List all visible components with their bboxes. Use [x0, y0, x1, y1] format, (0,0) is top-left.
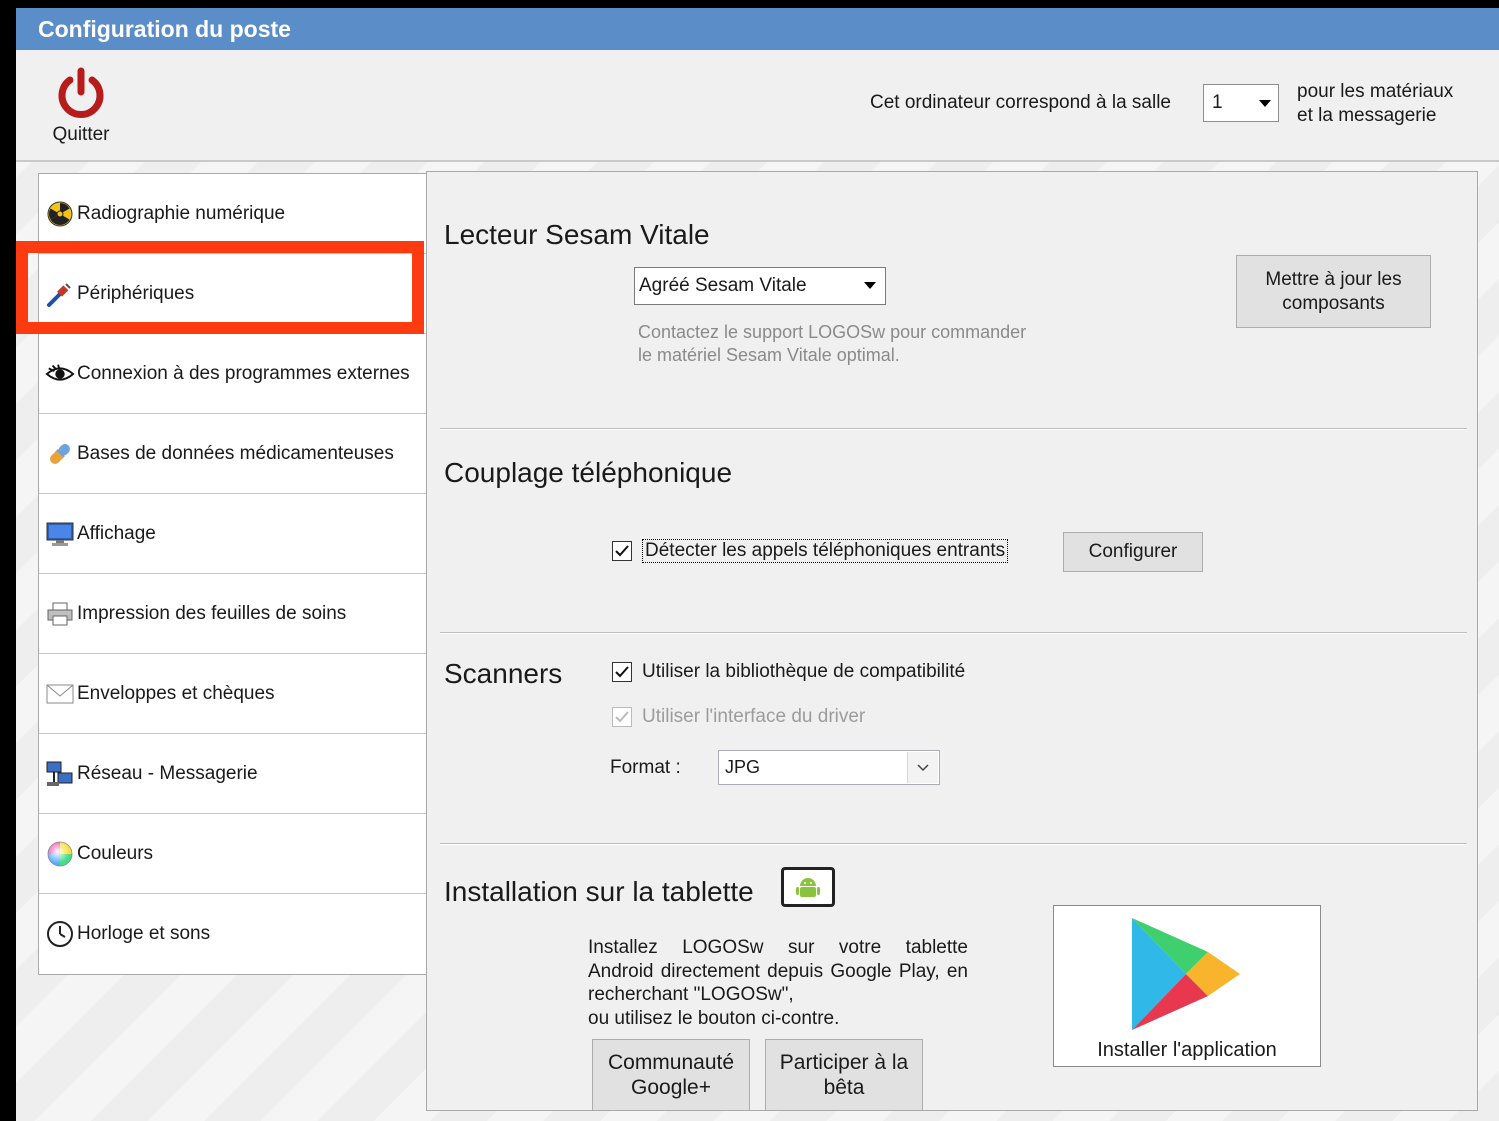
sidebar-item-label: Affichage	[77, 522, 156, 544]
sesam-help-line1: Contactez le support LOGOSw pour command…	[638, 322, 1027, 342]
tablet-instructions: Installez LOGOSw sur votre tablette Andr…	[588, 936, 968, 1030]
configure-button-label: Configurer	[1088, 541, 1178, 562]
salle-description: pour les matériaux et la messagerie	[1297, 80, 1453, 128]
tablet-text-line4: ou utilisez le bouton ci-contre.	[588, 1007, 840, 1029]
salle-description-line1: pour les matériaux	[1297, 81, 1454, 102]
config-window: Configuration du poste Quitter Cet ordin…	[16, 8, 1499, 1121]
configure-button[interactable]: Configurer	[1063, 532, 1203, 572]
sidebar-item-label: Couleurs	[77, 842, 154, 864]
sidebar-item-impression[interactable]: Impression des feuilles de soins	[39, 574, 426, 654]
separator	[440, 843, 1467, 845]
salle-select[interactable]: 1	[1203, 84, 1279, 122]
color-wheel-icon	[45, 839, 75, 869]
sesam-help: Contactez le support LOGOSw pour command…	[638, 321, 1026, 367]
community-line1: Communauté	[607, 1051, 735, 1074]
sidebar-item-radiographie[interactable]: Radiographie numérique	[39, 174, 426, 254]
sidebar-item-horloge[interactable]: Horloge et sons	[39, 894, 426, 974]
sidebar-item-label: Impression des feuilles de soins	[77, 602, 347, 624]
sesam-select-value: Agréé Sesam Vitale	[639, 275, 807, 296]
sesam-help-line2: le matériel Sesam Vitale optimal.	[638, 345, 900, 365]
printer-icon	[45, 599, 75, 629]
sidebar-item-peripheriques[interactable]: Périphériques	[39, 254, 426, 334]
install-app-button[interactable]: Installer l'application	[1053, 905, 1321, 1067]
phone-title: Couplage téléphonique	[444, 457, 733, 488]
community-googleplus-button[interactable]: Communauté Google+	[592, 1039, 750, 1110]
sidebar: Radiographie numérique Périphériques Con…	[38, 173, 427, 975]
detect-calls-checkbox[interactable]	[612, 541, 632, 561]
sidebar-item-reseau[interactable]: Réseau - Messagerie	[39, 734, 426, 814]
peripheriques-panel: Lecteur Sesam Vitale Agréé Sesam Vitale …	[426, 171, 1478, 1111]
separator	[440, 632, 1467, 634]
chevron-down-icon	[907, 752, 938, 783]
sidebar-item-enveloppes[interactable]: Enveloppes et chèques	[39, 654, 426, 734]
update-components-button[interactable]: Mettre à jour les composants	[1236, 255, 1431, 328]
sidebar-item-label: Réseau - Messagerie	[77, 762, 258, 784]
sidebar-item-couleurs[interactable]: Couleurs	[39, 814, 426, 894]
toolbar: Quitter Cet ordinateur correspond à la s…	[16, 50, 1499, 162]
eye-icon	[45, 359, 75, 389]
community-line2: Google+	[631, 1076, 711, 1099]
salle-description-line2: et la messagerie	[1297, 105, 1437, 126]
sidebar-item-label: Périphériques	[77, 282, 195, 304]
power-icon	[58, 67, 104, 118]
tablet-text-line3: recherchant "LOGOSw",	[588, 984, 794, 1005]
dropdown-arrow-icon	[1259, 100, 1271, 107]
beta-button[interactable]: Participer à la bêta	[765, 1039, 923, 1110]
compat-label: Utiliser la bibliothèque de compatibilit…	[642, 661, 966, 682]
tablet-text-line1: Installez LOGOSw sur votre tablette	[588, 937, 968, 958]
monitor-icon	[45, 519, 75, 549]
driver-label: Utiliser l'interface du driver	[642, 706, 866, 727]
format-combo[interactable]: JPG	[718, 750, 940, 785]
sidebar-item-label: Bases de données médicamenteuses	[77, 442, 394, 464]
network-icon	[45, 759, 75, 789]
sidebar-item-affichage[interactable]: Affichage	[39, 494, 426, 574]
sidebar-item-label: Radiographie numérique	[77, 202, 286, 224]
quit-button[interactable]: Quitter	[44, 66, 118, 150]
salle-value: 1	[1212, 92, 1223, 113]
beta-line2: bêta	[823, 1076, 865, 1099]
scanners-title: Scanners	[444, 658, 563, 689]
format-value: JPG	[725, 757, 761, 777]
sidebar-item-connexion[interactable]: Connexion à des programmes externes	[39, 334, 426, 414]
beta-line1: Participer à la	[779, 1051, 909, 1074]
install-app-label: Installer l'application	[1097, 1039, 1277, 1061]
tablet-text-line2: Android directement depuis Google Play, …	[588, 960, 968, 982]
format-label: Format :	[610, 757, 681, 778]
sidebar-item-label: Connexion à des programmes externes	[77, 362, 410, 384]
driver-checkbox	[612, 707, 632, 727]
dropdown-arrow-icon	[864, 282, 876, 289]
sidebar-item-label: Horloge et sons	[77, 923, 211, 944]
quit-label: Quitter	[52, 124, 110, 145]
google-play-icon	[1132, 918, 1240, 1030]
update-components-line2: composants	[1282, 292, 1385, 314]
separator	[440, 428, 1467, 430]
driver-checkbox-row: Utiliser l'interface du driver	[612, 706, 865, 728]
salle-label: Cet ordinateur correspond à la salle	[870, 92, 1172, 113]
clock-icon	[45, 919, 75, 949]
sidebar-item-bases[interactable]: Bases de données médicamenteuses	[39, 414, 426, 494]
sesam-title: Lecteur Sesam Vitale	[444, 219, 710, 250]
plug-icon	[45, 279, 75, 309]
update-components-line1: Mettre à jour les	[1265, 268, 1402, 290]
compat-checkbox-row[interactable]: Utiliser la bibliothèque de compatibilit…	[612, 661, 965, 683]
window-title: Configuration du poste	[16, 8, 1499, 50]
pill-icon	[45, 439, 75, 469]
radiation-icon	[45, 199, 75, 229]
tablet-title: Installation sur la tablette	[444, 876, 754, 907]
sesam-select[interactable]: Agréé Sesam Vitale	[634, 267, 886, 305]
envelope-icon	[45, 679, 75, 709]
sidebar-item-label: Enveloppes et chèques	[77, 682, 275, 704]
android-tablet-icon	[781, 867, 835, 907]
compat-checkbox[interactable]	[612, 662, 632, 682]
detect-calls-label: Détecter les appels téléphoniques entran…	[642, 539, 1009, 563]
detect-calls-checkbox-row[interactable]: Détecter les appels téléphoniques entran…	[612, 539, 1009, 563]
